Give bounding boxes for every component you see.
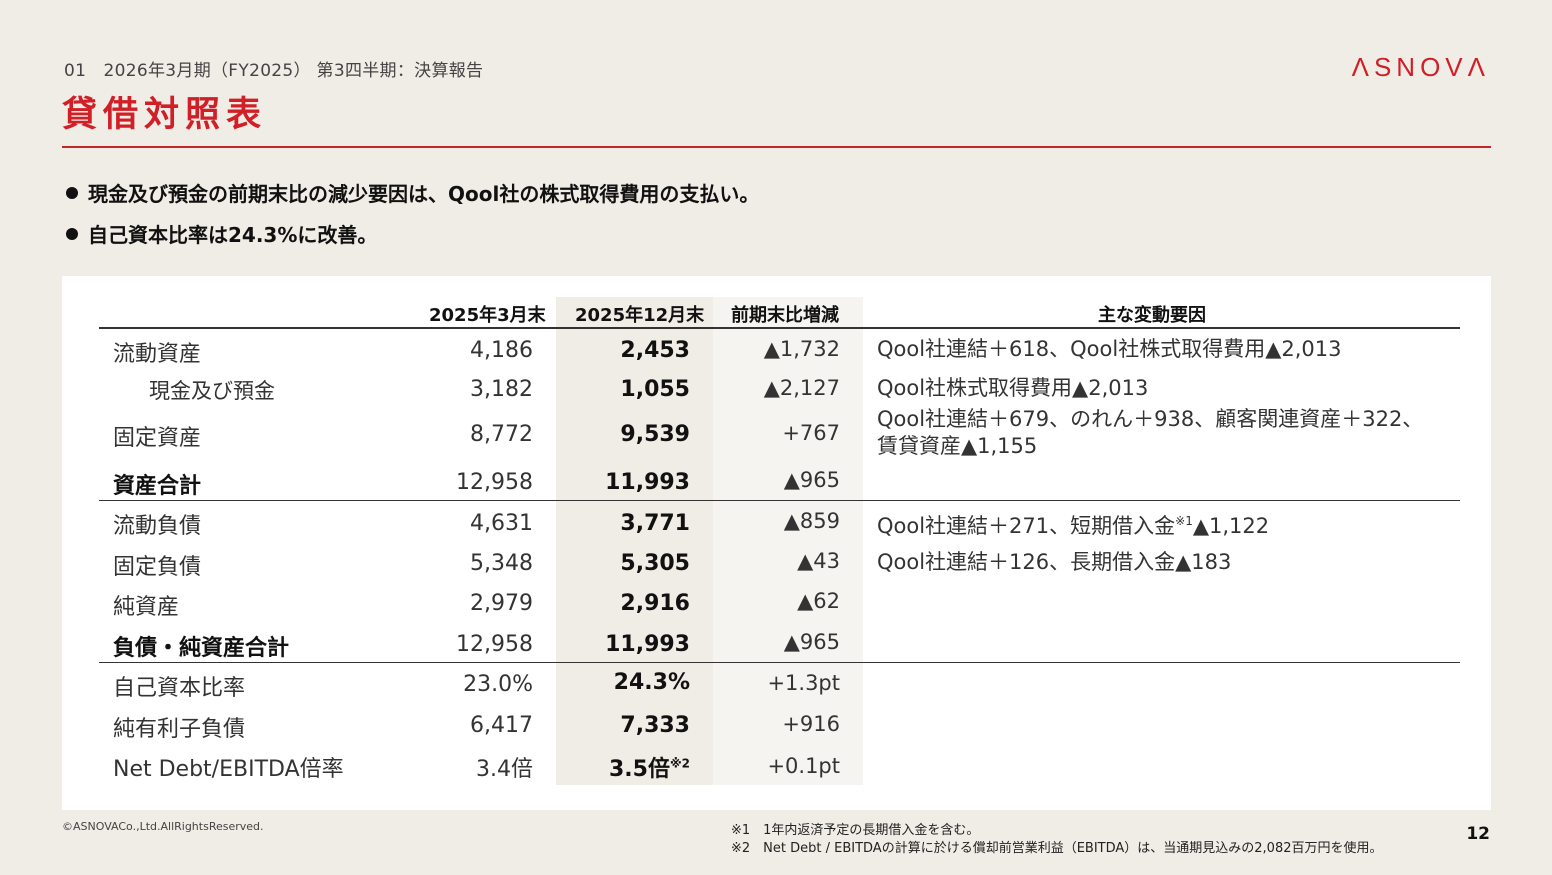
value-diff: ▲2,127 — [763, 376, 840, 400]
change-factor-line: Qool社連結＋679、のれん＋938、顧客関連資産＋322、 — [877, 407, 1424, 431]
value-diff: +767 — [782, 421, 840, 445]
value-prev: 3,182 — [470, 377, 533, 402]
value-prev: 6,417 — [470, 713, 533, 738]
change-factor-line: 賃貸資産▲1,155 — [877, 434, 1038, 458]
bullet-text: 自己資本比率は24.3%に改善。 — [88, 223, 378, 247]
bullet-dot-icon — [66, 186, 78, 199]
bullet-item: 現金及び預金の前期末比の減少要因は、Qool社の株式取得費用の支払い。 — [66, 178, 759, 207]
footnote: ※1 1年内返済予定の長期借入金を含む。 — [731, 823, 980, 838]
value-current: 3,771 — [620, 511, 690, 536]
value-current: 24.3% — [613, 670, 690, 695]
row-label: Net Debt/EBITDA倍率 — [113, 757, 344, 782]
row-label-total: 資産合計 — [113, 474, 202, 499]
value-diff: ▲62 — [797, 589, 840, 613]
current-period-highlight — [556, 297, 713, 785]
row-label: 流動負債 — [113, 514, 202, 539]
row-label: 流動資産 — [113, 342, 202, 367]
value-prev: 8,772 — [470, 422, 533, 447]
col-header-diff: 前期末比増減 — [731, 305, 839, 326]
change-factor: Qool社連結＋618、Qool社株式取得費用▲2,013 — [877, 337, 1342, 361]
bullet-dot-icon — [66, 227, 78, 240]
value-diff: +0.1pt — [767, 754, 840, 778]
row-label-total: 負債・純資産合計 — [113, 636, 290, 661]
page-number: 12 — [1466, 824, 1490, 844]
value-prev: 23.0% — [463, 672, 533, 697]
value-diff: +1.3pt — [767, 671, 840, 695]
value-current-text: 3.5倍 — [609, 757, 670, 782]
value-current: 2,453 — [620, 338, 690, 363]
row-label: 自己資本比率 — [113, 676, 246, 701]
company-logo: ΛSNOVΛ — [1351, 52, 1490, 82]
value-current: 11,993 — [605, 470, 690, 495]
value-prev: 12,958 — [456, 470, 533, 495]
value-prev: 3.4倍 — [476, 757, 533, 782]
value-prev: 12,958 — [456, 632, 533, 657]
value-prev: 4,186 — [470, 338, 533, 363]
change-factor: Qool社連結＋126、長期借入金▲183 — [877, 550, 1232, 574]
change-factor: Qool社株式取得費用▲2,013 — [877, 376, 1149, 400]
value-diff: +916 — [782, 712, 840, 736]
value-current: 2,916 — [620, 591, 690, 616]
row-label: 固定資産 — [113, 426, 202, 451]
section-rule — [99, 662, 1460, 663]
value-current: 3.5倍※2 — [609, 751, 690, 783]
row-label: 純資産 — [113, 595, 180, 620]
value-diff: ▲859 — [783, 509, 840, 533]
change-factor: Qool社連結＋679、のれん＋938、顧客関連資産＋322、 賃貸資産▲1,1… — [877, 406, 1423, 460]
row-label: 現金及び預金 — [149, 379, 275, 403]
col-header-factors: 主な変動要因 — [1098, 305, 1206, 326]
bullet-item: 自己資本比率は24.3%に改善。 — [66, 219, 377, 248]
page-title: 貸借対照表 — [62, 95, 268, 135]
header-rule — [99, 327, 1460, 329]
value-current: 11,993 — [605, 632, 690, 657]
row-label: 純有利子負債 — [113, 717, 246, 742]
value-current: 5,305 — [620, 551, 690, 576]
footnote: ※2 Net Debt / EBITDAの計算に於ける償却前営業利益（EBITD… — [731, 841, 1383, 856]
value-diff: ▲43 — [797, 549, 840, 573]
col-header-current: 2025年12月末 — [575, 305, 705, 326]
value-diff: ▲965 — [783, 468, 840, 492]
row-label: 固定負債 — [113, 555, 202, 580]
value-current: 9,539 — [620, 422, 690, 447]
value-diff: ▲1,732 — [763, 337, 840, 361]
footnote-ref: ※1 — [1175, 514, 1193, 528]
value-prev: 2,979 — [470, 591, 533, 616]
value-current: 1,055 — [620, 377, 690, 402]
value-prev: 5,348 — [470, 551, 533, 576]
section-subtitle: 01 2026年3月期（FY2025） 第3四半期：決算報告 — [64, 61, 484, 81]
footnote-ref: ※2 — [669, 756, 690, 771]
value-current: 7,333 — [620, 713, 690, 738]
change-factor-text: Qool社連結＋271、短期借入金 — [877, 514, 1176, 538]
change-factor-text: ▲1,122 — [1192, 514, 1270, 538]
change-factor: Qool社連結＋271、短期借入金※1▲1,122 — [877, 508, 1269, 540]
value-prev: 4,631 — [470, 511, 533, 536]
bullet-text: 現金及び預金の前期末比の減少要因は、Qool社の株式取得費用の支払い。 — [88, 182, 760, 206]
col-header-prev: 2025年3月末 — [429, 305, 546, 326]
title-divider — [62, 146, 1491, 148]
copyright: ©ASNOVACo.,Ltd.AllRightsReserved. — [62, 820, 264, 833]
value-diff: ▲965 — [783, 630, 840, 654]
section-rule — [99, 500, 1460, 501]
